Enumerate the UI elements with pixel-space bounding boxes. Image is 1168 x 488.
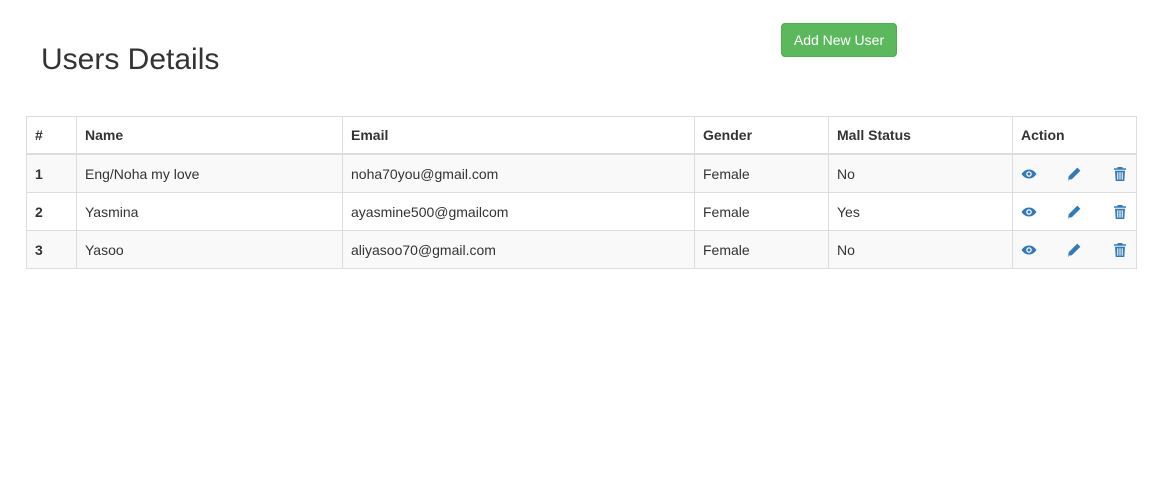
table-row: 3 Yasoo aliyasoo70@gmail.com Female No (26, 230, 1137, 269)
page-title: Users Details (41, 43, 220, 76)
column-header-number: # (26, 116, 77, 155)
eye-icon[interactable] (1021, 242, 1037, 258)
pencil-icon[interactable] (1066, 242, 1082, 258)
user-gender: Female (694, 192, 829, 231)
user-name: Eng/Noha my love (76, 153, 343, 193)
table-row: 2 Yasmina ayasmine500@gmailcom Female Ye… (26, 192, 1137, 231)
user-gender: Female (694, 153, 829, 193)
trash-icon[interactable] (1112, 204, 1128, 220)
action-group (1014, 194, 1136, 230)
pencil-icon[interactable] (1066, 204, 1082, 220)
trash-icon[interactable] (1112, 166, 1128, 182)
user-mall-status: No (828, 230, 1013, 269)
table-row: 1 Eng/Noha my love noha70you@gmail.com F… (26, 153, 1137, 193)
row-number: 2 (26, 192, 77, 231)
column-header-name: Name (76, 116, 343, 155)
user-gender: Female (694, 230, 829, 269)
pencil-icon[interactable] (1066, 166, 1082, 182)
column-header-email: Email (342, 116, 695, 155)
column-header-gender: Gender (694, 116, 829, 155)
user-email: ayasmine500@gmailcom (342, 192, 695, 231)
column-header-mall-status: Mall Status (828, 116, 1013, 155)
eye-icon[interactable] (1021, 204, 1037, 220)
eye-icon[interactable] (1021, 166, 1037, 182)
row-number: 1 (26, 153, 77, 193)
user-mall-status: No (828, 153, 1013, 193)
user-name: Yasmina (76, 192, 343, 231)
action-cell (1012, 153, 1137, 193)
action-cell (1012, 192, 1137, 231)
row-number: 3 (26, 230, 77, 269)
user-name: Yasoo (76, 230, 343, 269)
user-email: aliyasoo70@gmail.com (342, 230, 695, 269)
action-group (1014, 155, 1136, 192)
action-cell (1012, 230, 1137, 269)
user-email: noha70you@gmail.com (342, 153, 695, 193)
add-new-user-button[interactable]: Add New User (781, 23, 897, 57)
users-table: # Name Email Gender Mall Status Action 1… (26, 116, 1137, 269)
trash-icon[interactable] (1112, 242, 1128, 258)
action-group (1014, 232, 1136, 268)
column-header-action: Action (1012, 116, 1137, 155)
users-details-page: Users Details Add New User # Name Email … (0, 0, 1168, 488)
table-header-row: # Name Email Gender Mall Status Action (26, 116, 1137, 155)
user-mall-status: Yes (828, 192, 1013, 231)
